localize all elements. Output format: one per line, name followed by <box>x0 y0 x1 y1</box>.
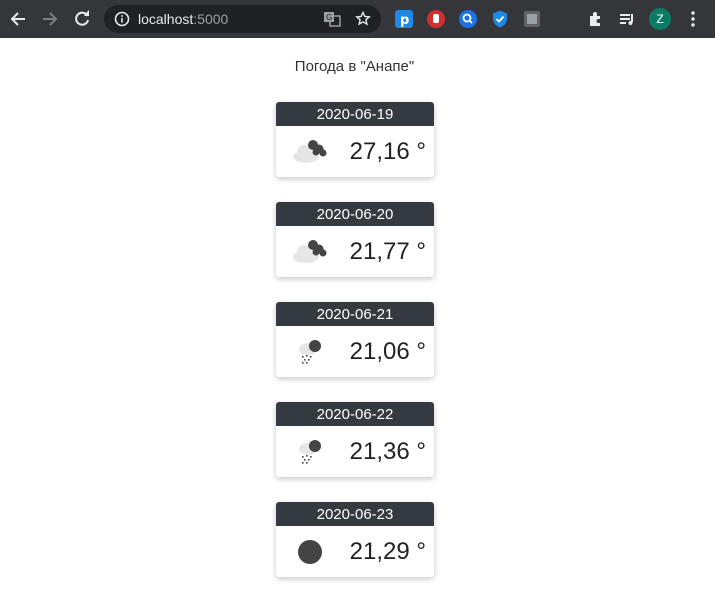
extension-p-icon[interactable]: p <box>394 9 414 29</box>
svg-text:p: p <box>400 13 409 28</box>
forecast-card: 2020-06-21 21,06 ° <box>276 302 434 377</box>
forecast-card: 2020-06-20 21,77 ° <box>276 202 434 277</box>
svg-text:G: G <box>326 13 332 22</box>
cloudy-icon <box>293 140 327 163</box>
forecast-card: 2020-06-23 21,29 ° <box>276 502 434 577</box>
forecast-temperature: 21,77 ° <box>349 238 426 265</box>
reload-icon <box>75 10 89 26</box>
forecast-date: 2020-06-22 <box>276 402 434 426</box>
cloudy-icon <box>293 240 327 263</box>
forecast-temperature: 21,06 ° <box>349 338 426 365</box>
forecast-temperature: 21,36 ° <box>349 438 426 465</box>
url-port: :5000 <box>193 11 229 27</box>
extension-shield-icon[interactable] <box>490 9 510 29</box>
clear-icon <box>298 540 322 564</box>
back-button[interactable] <box>7 8 29 30</box>
reload-button[interactable] <box>71 8 93 30</box>
arrow-left-icon <box>10 12 25 26</box>
forecast-temperature: 21,29 ° <box>349 538 426 565</box>
star-icon[interactable] <box>355 11 371 27</box>
profile-avatar[interactable]: Z <box>649 8 671 30</box>
info-icon[interactable] <box>114 11 130 27</box>
forecast-temperature: 27,16 ° <box>349 138 426 165</box>
page-title: Погода в "Анапе" <box>294 58 415 75</box>
extension-hand-icon[interactable] <box>426 9 446 29</box>
browser-toolbar: localhost:5000 G p Z <box>0 0 715 38</box>
forecast-date: 2020-06-19 <box>276 102 434 126</box>
arrow-right-icon <box>43 12 58 26</box>
extension-search-icon[interactable] <box>458 9 478 29</box>
forecast-card: 2020-06-19 27,16 ° <box>276 102 434 177</box>
forecast-card: 2020-06-22 21,36 ° <box>276 402 434 477</box>
url-host: localhost <box>138 11 194 27</box>
media-queue-icon[interactable] <box>617 9 637 29</box>
extensions-puzzle-icon[interactable] <box>586 9 606 29</box>
rain-icon <box>299 340 321 364</box>
menu-kebab-icon[interactable] <box>683 9 703 29</box>
forecast-date: 2020-06-23 <box>276 502 434 526</box>
address-bar[interactable]: localhost:5000 G <box>104 5 381 33</box>
page-content: Погода в "Анапе" 2020-06-19 27,16 ° 2020… <box>0 38 715 614</box>
forecast-date: 2020-06-21 <box>276 302 434 326</box>
forecast-date: 2020-06-20 <box>276 202 434 226</box>
forward-button[interactable] <box>39 8 61 30</box>
url-text[interactable]: localhost:5000 <box>138 11 228 27</box>
rain-icon <box>299 440 321 464</box>
translate-icon[interactable]: G <box>323 11 341 27</box>
extension-square-icon[interactable] <box>522 9 542 29</box>
